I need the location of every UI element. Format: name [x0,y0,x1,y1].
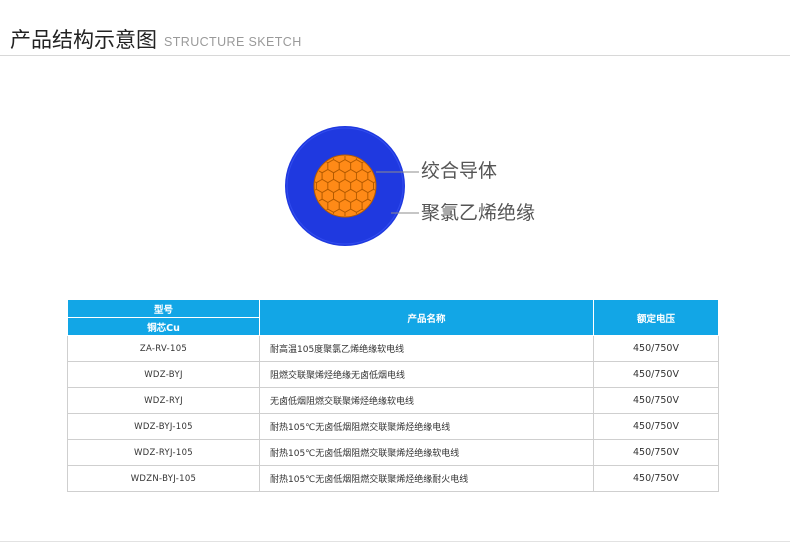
cable-structure-sketch: 绞合导体 聚氯乙烯绝缘 [0,120,790,270]
voltage-cell: 450/750V [593,387,719,414]
table-row: ZA-RV-105 耐高温105度聚氯乙烯绝缘软电线 450/750V [67,335,719,362]
header-divider [0,55,790,56]
model-header: 型号 [67,299,260,318]
product-name-cell: 耐高温105度聚氯乙烯绝缘软电线 [259,335,594,362]
section-header: 产品结构示意图 STRUCTURE SKETCH [10,24,302,54]
rated-voltage-header: 额定电压 [593,299,719,336]
voltage-cell: 450/750V [593,335,719,362]
product-name-cell: 耐热105℃无卤低烟阻燃交联聚烯烃绝缘电线 [259,413,594,440]
voltage-cell: 450/750V [593,361,719,388]
model-cell: WDZN-BYJ-105 [67,465,260,492]
table-row: WDZ-BYJ-105 耐热105℃无卤低烟阻燃交联聚烯烃绝缘电线 450/75… [67,413,719,440]
section-title: 产品结构示意图 [10,28,157,52]
product-name-cell: 阻燃交联聚烯烃绝缘无卤低烟电线 [259,361,594,388]
model-cell: ZA-RV-105 [67,335,260,362]
footer-divider [0,541,790,542]
product-name-header: 产品名称 [259,299,594,336]
table-row: WDZ-BYJ 阻燃交联聚烯烃绝缘无卤低烟电线 450/750V [67,361,719,388]
model-cell: WDZ-RYJ-105 [67,439,260,466]
product-name-cell: 耐热105℃无卤低烟阻燃交联聚烯烃绝缘软电线 [259,439,594,466]
section-subtitle: STRUCTURE SKETCH [164,35,302,49]
model-cell: WDZ-BYJ-105 [67,413,260,440]
table-row: WDZN-BYJ-105 耐热105℃无卤低烟阻燃交联聚烯烃绝缘耐火电线 450… [67,465,719,492]
table-row: WDZ-RYJ-105 耐热105℃无卤低烟阻燃交联聚烯烃绝缘软电线 450/7… [67,439,719,466]
voltage-cell: 450/750V [593,439,719,466]
conductor-label: 绞合导体 [421,160,498,182]
insulation-label: 聚氯乙烯绝缘 [421,202,536,224]
model-cell: WDZ-BYJ [67,361,260,388]
voltage-cell: 450/750V [593,465,719,492]
conductor-material-header: 铜芯Cu [67,317,260,336]
product-name-cell: 无卤低烟阻燃交联聚烯烃绝缘软电线 [259,387,594,414]
product-spec-table: 型号 产品名称 额定电压 铜芯Cu ZA-RV-105 耐高温105度聚氯乙烯绝… [67,299,719,492]
table-header-row: 型号 产品名称 额定电压 [67,299,719,336]
voltage-cell: 450/750V [593,413,719,440]
table-row: WDZ-RYJ 无卤低烟阻燃交联聚烯烃绝缘软电线 450/750V [67,387,719,414]
cable-cross-section [285,126,419,246]
model-cell: WDZ-RYJ [67,387,260,414]
product-name-cell: 耐热105℃无卤低烟阻燃交联聚烯烃绝缘耐火电线 [259,465,594,492]
